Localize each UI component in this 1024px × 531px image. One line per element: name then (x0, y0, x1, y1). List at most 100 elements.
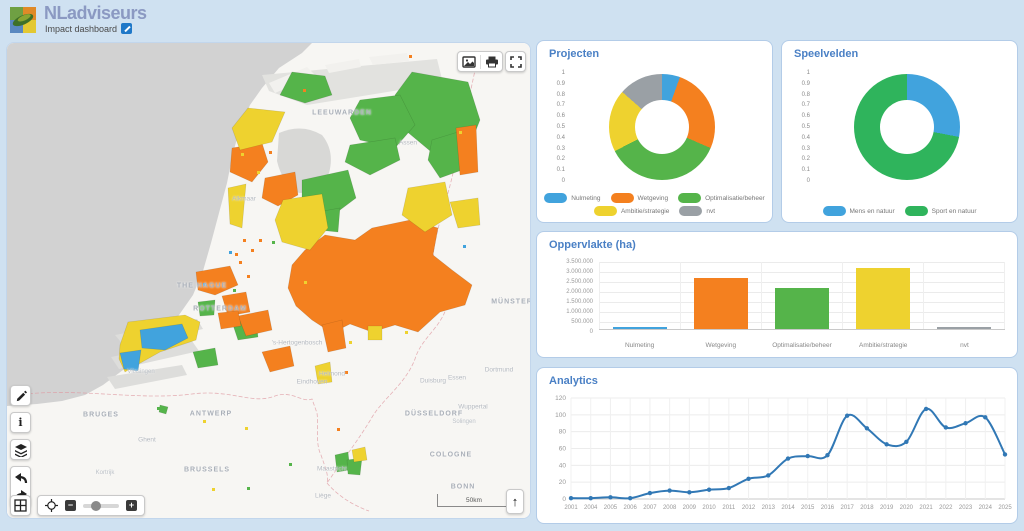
legend-item[interactable]: Sport en natuur (904, 206, 976, 216)
legend-label: Mens en natuur (849, 207, 895, 215)
data-point[interactable] (923, 406, 929, 412)
legend-label: Wetgeving (637, 194, 669, 202)
bar-slot (762, 262, 843, 329)
bar[interactable] (613, 326, 667, 329)
legend-item[interactable]: Wetgeving (610, 193, 669, 203)
axis-tick-label: 2010 (702, 505, 716, 511)
axis-tick-label: 2004 (584, 505, 598, 511)
data-point[interactable] (884, 442, 889, 447)
legend-item[interactable]: Optimalisatie/beheer (678, 193, 765, 203)
axis-tick-label: 1.000.000 (566, 309, 593, 315)
info-button[interactable]: i (10, 412, 31, 433)
speelvelden-title: Speelvelden (794, 48, 859, 60)
legend-item[interactable]: nvt (679, 206, 715, 216)
axis-tick-label: 0.6 (556, 113, 565, 120)
legend-swatch (679, 206, 703, 216)
map-scale-bar: 50km (437, 494, 511, 507)
bar[interactable] (775, 288, 829, 329)
data-point[interactable] (726, 485, 732, 491)
data-point[interactable] (844, 413, 850, 418)
zoom-out-button[interactable]: − (65, 500, 76, 511)
bar[interactable] (937, 326, 991, 329)
fullscreen-button[interactable] (505, 51, 526, 72)
data-point[interactable] (667, 488, 672, 493)
axis-tick-label: 2018 (860, 505, 874, 511)
data-point[interactable] (588, 495, 593, 501)
crosshair-icon[interactable] (45, 499, 58, 512)
data-point[interactable] (687, 490, 692, 495)
axis-tick-label: 60 (559, 446, 567, 453)
zoom-slider-knob[interactable] (91, 500, 101, 511)
bar[interactable] (694, 278, 748, 329)
draw-button[interactable] (10, 385, 31, 406)
legend-swatch (678, 193, 702, 203)
projecten-value-axis: 1 0.9 0.8 0.7 0.6 0.5 0.4 0.3 0.2 0.1 0 (549, 70, 565, 184)
analytics-line-chart[interactable]: 0 20 40 60 80 100 120 2001 2004 2005 2006 2007 2008 2… (537, 368, 1017, 523)
brand-title: NLadviseurs (44, 3, 147, 23)
data-point[interactable] (904, 439, 909, 444)
axis-tick-label: 2012 (742, 505, 756, 511)
axis-tick-label: 0.9 (556, 80, 565, 87)
map-panel: LEEUWARDEN Assen Alkmaar THE HAGUE ROTTERDAM… (6, 42, 531, 519)
data-point[interactable] (706, 487, 712, 492)
netherlands-map[interactable] (7, 43, 530, 518)
data-point[interactable] (825, 453, 830, 458)
axis-tick-label: 2005 (604, 505, 618, 511)
projecten-donut-chart[interactable] (609, 74, 715, 180)
zoom-control[interactable]: − + (37, 495, 145, 516)
data-point[interactable] (785, 456, 791, 461)
category-label: Wetgeving (705, 342, 737, 349)
data-point[interactable] (647, 490, 653, 496)
axis-tick-label: 2006 (624, 505, 638, 511)
axis-tick-label: 120 (555, 395, 566, 402)
axis-tick-label: 0 (562, 496, 566, 503)
legend-item[interactable]: Ambitie/strategie (593, 206, 669, 216)
oppervlakte-title: Oppervlakte (ha) (549, 239, 636, 251)
data-point[interactable] (568, 495, 574, 501)
axis-tick-label: 2023 (959, 505, 973, 511)
printer-icon[interactable] (485, 56, 499, 68)
legend-label: Optimalisatie/beheer (705, 194, 765, 202)
category-label: nvt (960, 342, 969, 349)
data-point[interactable] (943, 425, 949, 430)
data-point[interactable] (746, 476, 751, 481)
oppervlakte-bar-plot[interactable] (599, 262, 1005, 330)
bar-slot (924, 262, 1005, 329)
data-point[interactable] (963, 421, 968, 426)
axis-tick-label: 0.2 (556, 156, 565, 163)
analytics-chart-card: Analytics 0 20 40 60 80 100 120 2001 2004 2005 200… (536, 367, 1018, 524)
data-point[interactable] (1002, 452, 1008, 457)
bar[interactable] (856, 268, 910, 329)
layers-button[interactable] (10, 439, 31, 460)
image-icon[interactable] (461, 55, 476, 68)
grid-button[interactable] (10, 495, 31, 516)
projecten-chart-card: Projecten 1 0.9 0.8 0.7 0.6 0.5 0.4 0.3 0.2 0.1 0 … (536, 40, 773, 223)
data-point[interactable] (627, 495, 633, 501)
data-point[interactable] (608, 495, 613, 500)
axis-tick-label: 2015 (801, 505, 815, 511)
axis-tick-label: 2.500.000 (566, 279, 593, 285)
undo-icon[interactable] (14, 472, 28, 485)
legend-swatch (610, 193, 634, 203)
zoom-slider[interactable] (83, 500, 119, 511)
up-arrow-icon: ↑ (511, 494, 519, 509)
axis-tick-label: 1 (561, 70, 565, 76)
data-point[interactable] (983, 415, 988, 420)
map-export-buttons[interactable] (457, 51, 503, 72)
legend-label: nvt (706, 207, 716, 215)
data-point[interactable] (864, 426, 870, 431)
zoom-in-button[interactable]: + (126, 500, 137, 511)
edit-dashboard-icon[interactable] (121, 23, 133, 34)
axis-tick-label: 3.000.000 (566, 269, 593, 275)
axis-tick-label: 2001 (564, 505, 578, 511)
axis-tick-label: 20 (559, 479, 567, 486)
axis-tick-label: 0 (561, 177, 565, 184)
data-point[interactable] (766, 473, 771, 478)
legend-item[interactable]: Nulmeting (544, 193, 601, 203)
north-arrow-button[interactable]: ↑ (506, 489, 524, 514)
legend-item[interactable]: Mens en natuur (822, 206, 895, 216)
legend-swatch (904, 206, 928, 216)
data-point[interactable] (805, 453, 810, 459)
speelvelden-donut-chart[interactable] (854, 74, 960, 180)
axis-tick-label: 2011 (722, 505, 736, 511)
